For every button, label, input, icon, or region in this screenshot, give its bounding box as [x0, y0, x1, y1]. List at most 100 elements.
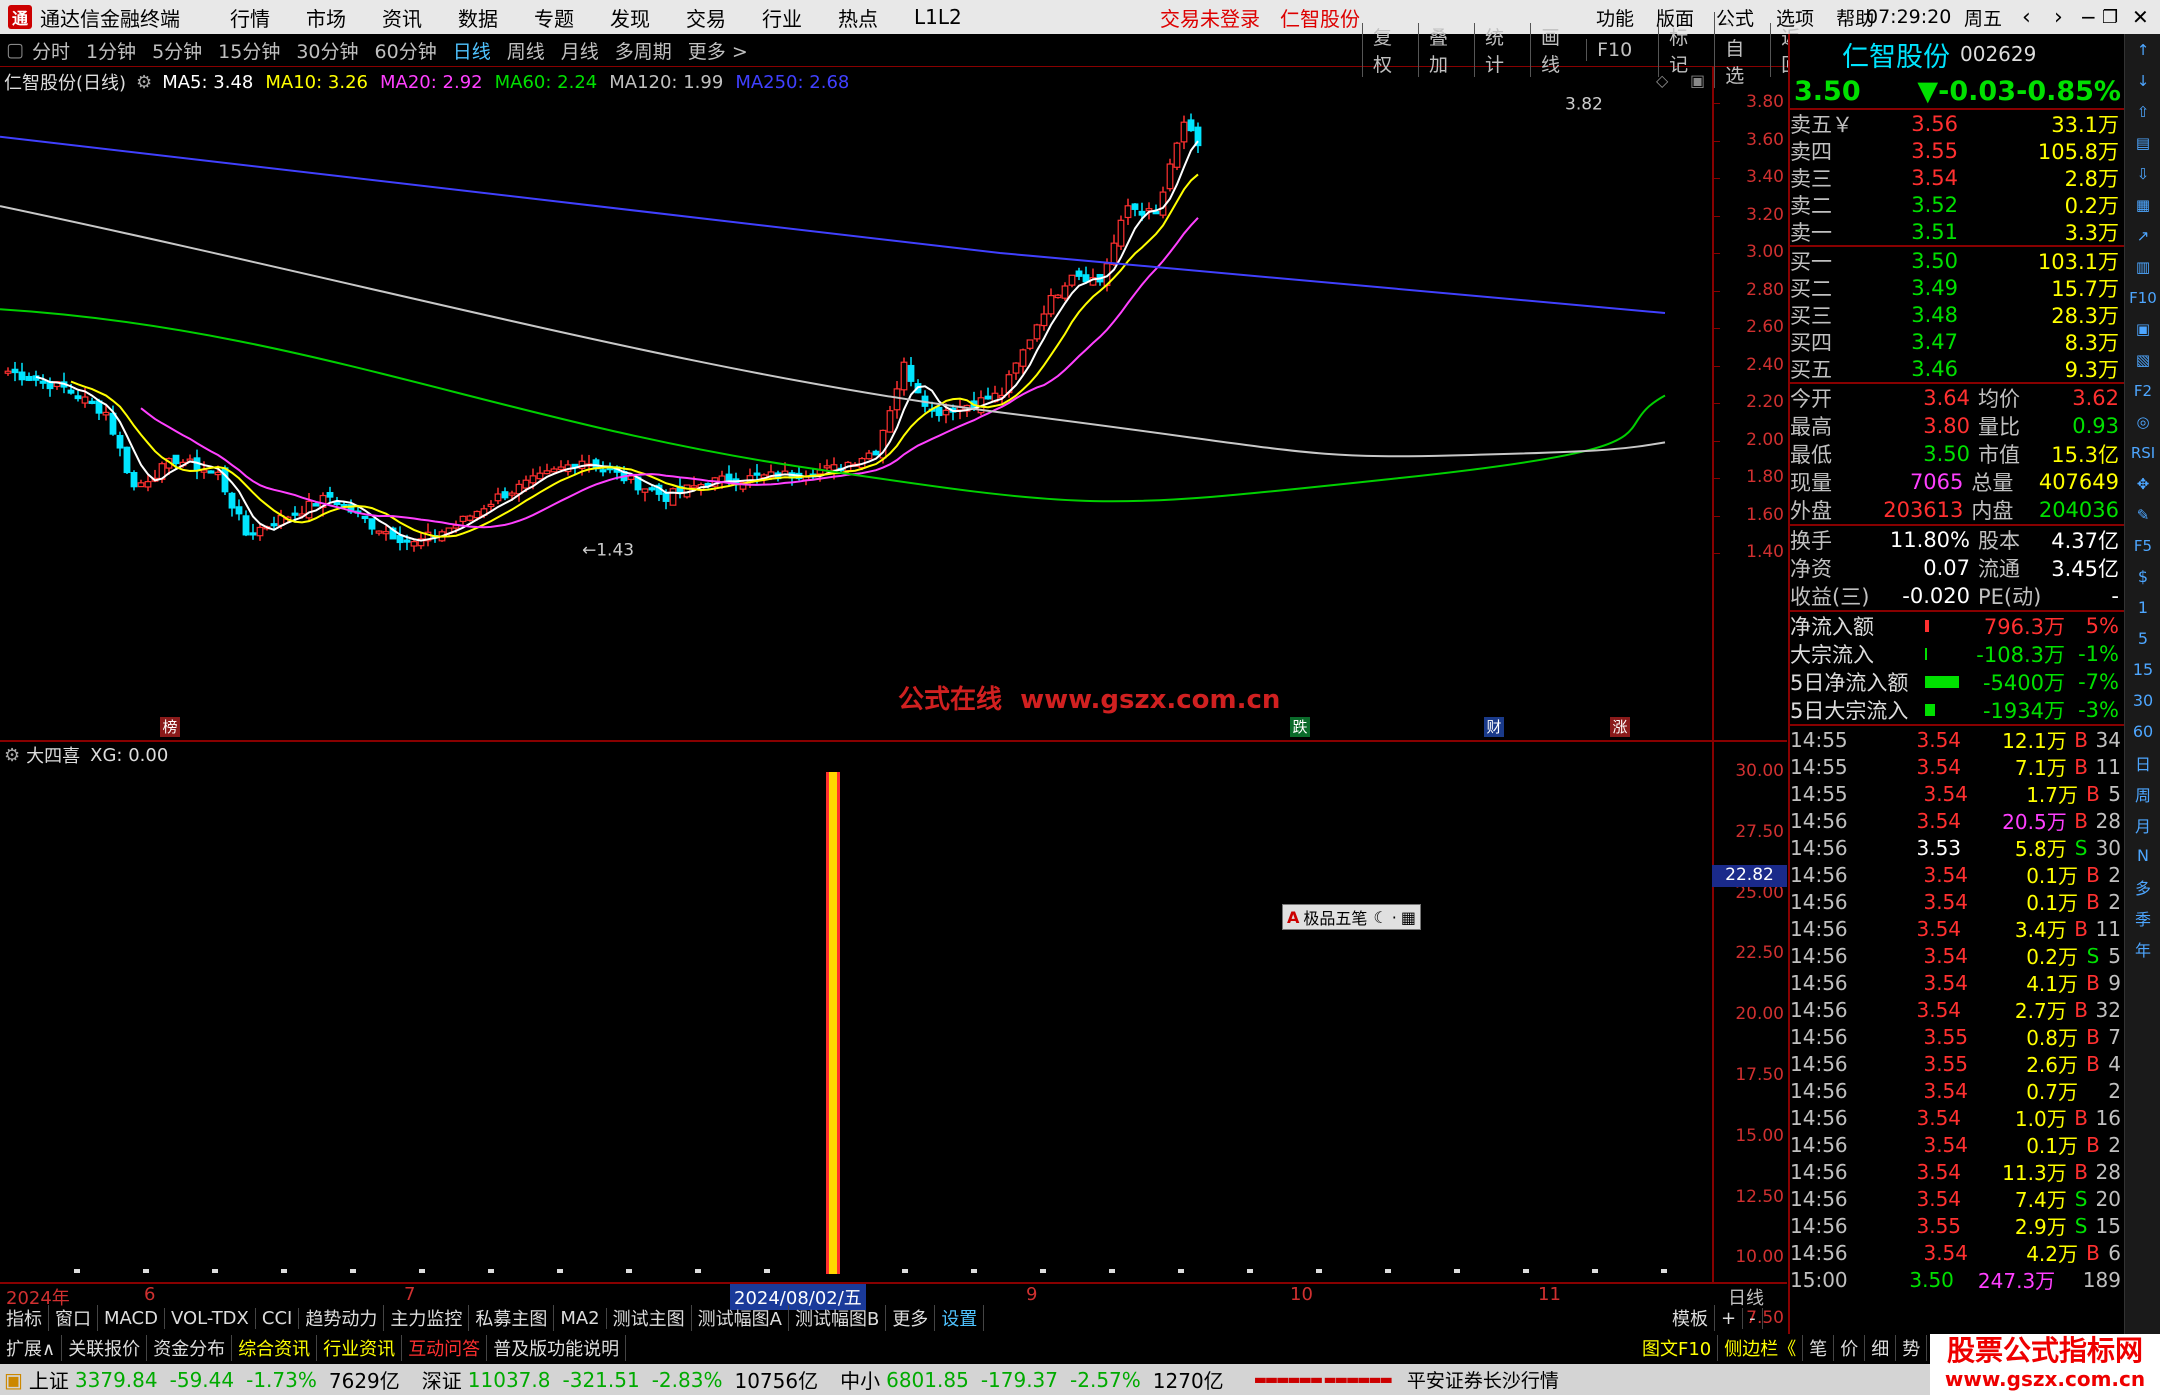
menu-item-9[interactable]: L1L2	[914, 5, 962, 29]
sidebar-btn-28[interactable]: 季	[2125, 902, 2160, 933]
template-btn-2[interactable]: -	[1743, 1307, 1763, 1329]
info-tab-0[interactable]: 扩展∧	[0, 1335, 63, 1361]
candlestick-chart[interactable]: 3.82 ←1.43	[0, 67, 1712, 740]
info-tab-2[interactable]: 资金分布	[147, 1335, 233, 1361]
sell-row-4[interactable]: 卖一 3.51 3.3万	[1790, 218, 2125, 245]
menu-item-7[interactable]: 行业	[762, 3, 802, 32]
info-right-btn-4[interactable]: 细	[1865, 1335, 1897, 1361]
sidebar-btn-4[interactable]: ⇩	[2125, 158, 2160, 189]
indicator-tab-13[interactable]: 设置	[935, 1305, 985, 1331]
buy-row-1[interactable]: 买二 3.49 15.7万	[1790, 274, 2125, 301]
sidebar-btn-16[interactable]: F5	[2125, 530, 2160, 561]
ime-moon-icon[interactable]: ☾	[1373, 908, 1387, 927]
sidebar-btn-23[interactable]: 日	[2125, 747, 2160, 778]
sh-name[interactable]: 上证	[29, 1365, 69, 1394]
indicator-tab-2[interactable]: MACD	[98, 1307, 165, 1329]
info-tab-1[interactable]: 关联报价	[62, 1335, 148, 1361]
indicator-tab-10[interactable]: 测试幅图A	[692, 1305, 789, 1331]
info-tab-6[interactable]: 普及版功能说明	[487, 1335, 627, 1361]
indicator-tab-7[interactable]: 私募主图	[469, 1305, 555, 1331]
back-icon[interactable]: ‹	[2022, 5, 2031, 30]
sidebar-btn-18[interactable]: 1	[2125, 592, 2160, 623]
info-tab-3[interactable]: 综合资讯	[232, 1335, 318, 1361]
menu-item-5[interactable]: 发现	[610, 3, 650, 32]
buy-row-3[interactable]: 买四 3.47 8.3万	[1790, 328, 2125, 355]
sidebar-btn-5[interactable]: ▦	[2125, 189, 2160, 220]
period-tab-1[interactable]: 1分钟	[86, 37, 136, 64]
period-tab-8[interactable]: 月线	[561, 37, 599, 64]
sidebar-btn-11[interactable]: F2	[2125, 375, 2160, 406]
period-tab-3[interactable]: 15分钟	[218, 37, 280, 64]
buy-row-4[interactable]: 买五 3.46 9.3万	[1790, 355, 2125, 382]
sidebar-btn-26[interactable]: N	[2125, 840, 2160, 871]
menu-item-1[interactable]: 市场	[306, 3, 346, 32]
indicator-tab-0[interactable]: 指标	[0, 1305, 49, 1331]
menu-item-2[interactable]: 资讯	[382, 3, 422, 32]
sidebar-btn-22[interactable]: 60	[2125, 716, 2160, 747]
sidebar-btn-7[interactable]: ▥	[2125, 251, 2160, 282]
indicator-tab-8[interactable]: MA2	[554, 1307, 607, 1329]
buy-row-2[interactable]: 买三 3.48 28.3万	[1790, 301, 2125, 328]
sidebar-btn-15[interactable]: ✎	[2125, 499, 2160, 530]
sidebar-btn-19[interactable]: 5	[2125, 623, 2160, 654]
template-btn-0[interactable]: 模板	[1666, 1305, 1715, 1331]
close-icon[interactable]: ✕	[2132, 5, 2149, 29]
indicator-tab-3[interactable]: VOL-TDX	[165, 1307, 256, 1329]
indicator-chart[interactable]	[0, 742, 1712, 1282]
period-tab-9[interactable]: 多周期	[615, 37, 672, 64]
indicator-panel[interactable]: ⚙ 大四喜 XG: 0.00 30.00 27.50 25.00 22.50 20.00…	[0, 742, 1787, 1389]
zx-name[interactable]: 中小	[840, 1365, 880, 1394]
collapse-icon[interactable]: ▢	[6, 39, 24, 61]
indicator-tab-12[interactable]: 更多	[886, 1305, 936, 1331]
template-btn-1[interactable]: +	[1715, 1307, 1744, 1329]
minimize-icon[interactable]: −	[2080, 5, 2097, 29]
period-tab-2[interactable]: 5分钟	[152, 37, 202, 64]
forward-icon[interactable]: ›	[2054, 5, 2063, 30]
sell-row-1[interactable]: 卖四 3.55 105.8万	[1790, 137, 2125, 164]
info-tab-5[interactable]: 互动问答	[402, 1335, 488, 1361]
indicator-tab-1[interactable]: 窗口	[49, 1305, 98, 1331]
event-marker-3[interactable]: 涨	[1610, 717, 1630, 737]
sidebar-btn-1[interactable]: ↓	[2125, 65, 2160, 96]
sidebar-btn-8[interactable]: F10	[2125, 282, 2160, 313]
sidebar-btn-21[interactable]: 30	[2125, 685, 2160, 716]
trade-status[interactable]: 交易未登录	[1160, 3, 1260, 32]
tick-list[interactable]: 14:55 3.54 12.1万 B 34 14:55 3.54 7.1万 B 11 14:55 3.…	[1790, 726, 2125, 1294]
indicator-tab-6[interactable]: 主力监控	[384, 1305, 470, 1331]
restore-icon[interactable]: ❐	[2102, 7, 2118, 28]
ime-a-icon[interactable]: A	[1287, 908, 1299, 927]
event-marker-0[interactable]: 榜	[160, 717, 180, 737]
sidebar-btn-17[interactable]: $	[2125, 561, 2160, 592]
period-tab-6[interactable]: 日线	[453, 37, 491, 64]
sell-row-0[interactable]: 卖五￥ 3.56 33.1万	[1790, 110, 2125, 137]
indicator-tab-5[interactable]: 趋势动力	[299, 1305, 385, 1331]
sidebar-btn-3[interactable]: ▤	[2125, 127, 2160, 158]
menu-item-8[interactable]: 热点	[838, 3, 878, 32]
sidebar-btn-9[interactable]: ▣	[2125, 313, 2160, 344]
sidebar-btn-27[interactable]: 多	[2125, 871, 2160, 902]
info-right-btn-1[interactable]: 侧边栏《	[1718, 1335, 1804, 1361]
sidebar-btn-29[interactable]: 年	[2125, 933, 2160, 964]
indicator-tab-9[interactable]: 测试主图	[607, 1305, 692, 1331]
buy-row-0[interactable]: 买一 3.50 103.1万	[1790, 247, 2125, 274]
indicator-tab-11[interactable]: 测试幅图B	[789, 1305, 887, 1331]
period-tab-4[interactable]: 30分钟	[296, 37, 358, 64]
event-marker-2[interactable]: 财	[1484, 717, 1504, 737]
info-right-btn-0[interactable]: 图文F10	[1636, 1335, 1719, 1361]
main-chart-panel[interactable]: 仁智股份(日线) ⚙ MA5: 3.48 MA10: 3.26 MA20: 2.92…	[0, 67, 1787, 742]
period-tab-10[interactable]: 更多 >	[688, 37, 748, 64]
menu-item-4[interactable]: 专题	[534, 3, 574, 32]
sell-row-3[interactable]: 卖二 3.52 0.2万	[1790, 191, 2125, 218]
period-tab-5[interactable]: 60分钟	[375, 37, 437, 64]
menu-item-3[interactable]: 数据	[458, 3, 498, 32]
indicator-tab-4[interactable]: CCI	[256, 1307, 300, 1329]
menu-item-0[interactable]: 行情	[230, 3, 270, 32]
ime-dot-icon[interactable]: ·	[1392, 908, 1397, 927]
info-right-btn-3[interactable]: 价	[1834, 1335, 1866, 1361]
sidebar-btn-25[interactable]: 月	[2125, 809, 2160, 840]
sidebar-btn-13[interactable]: RSI	[2125, 437, 2160, 468]
sz-name[interactable]: 深证	[422, 1365, 462, 1394]
sidebar-btn-20[interactable]: 15	[2125, 654, 2160, 685]
period-tab-7[interactable]: 周线	[507, 37, 545, 64]
info-right-btn-5[interactable]: 势	[1896, 1335, 1928, 1361]
